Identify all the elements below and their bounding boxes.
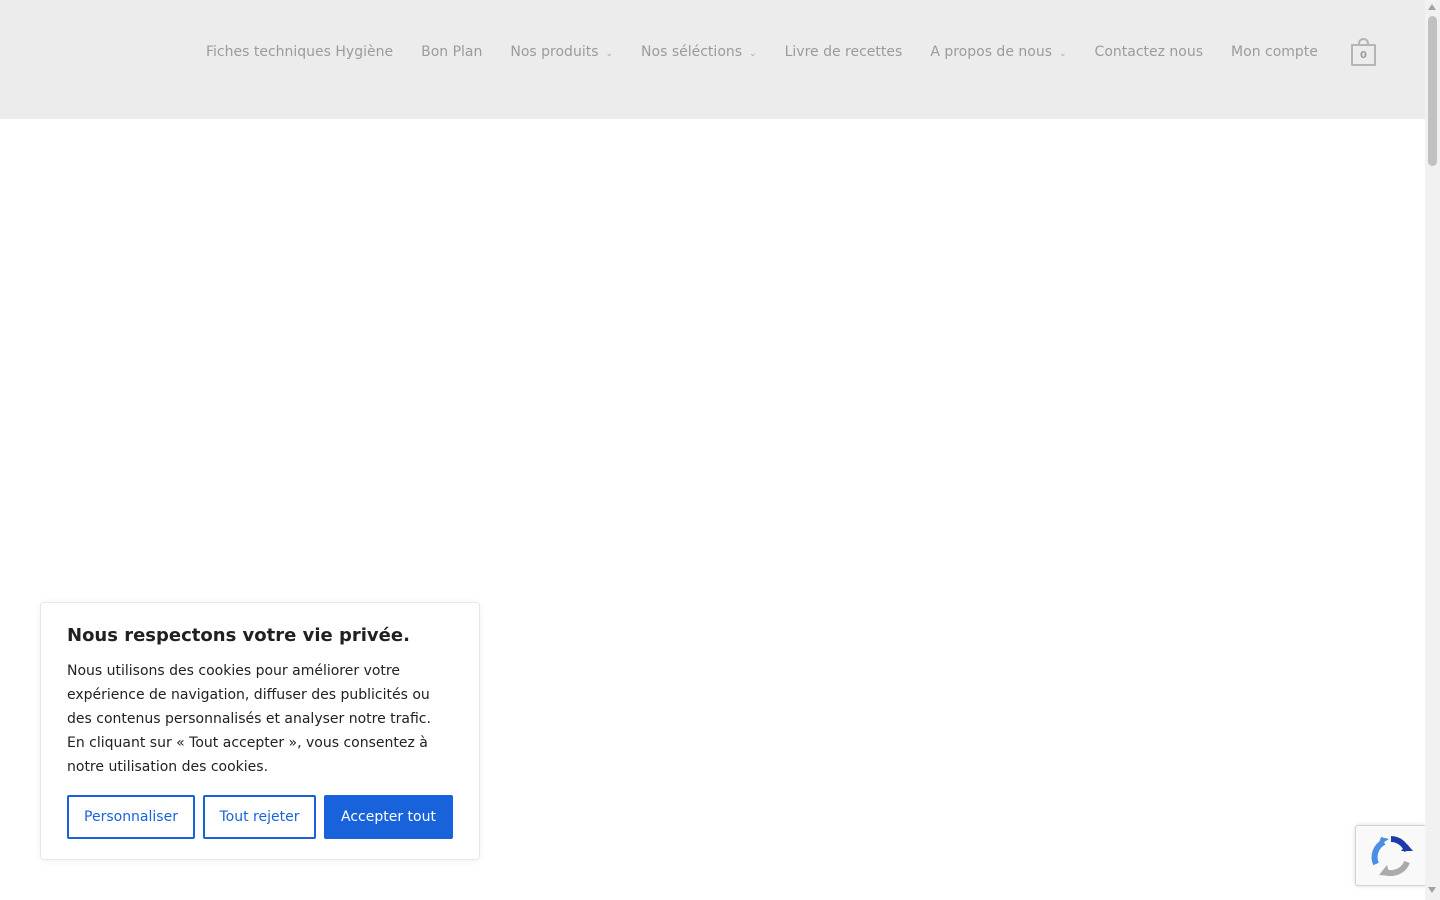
- nav-item-nos-selections[interactable]: Nos séléctions ⌄: [627, 44, 771, 60]
- chevron-down-icon: ⌄: [749, 49, 757, 59]
- nav-item-label: Nos produits: [510, 44, 599, 60]
- accept-all-cookies-button[interactable]: Accepter tout: [324, 795, 453, 839]
- customize-cookies-button[interactable]: Personnaliser: [67, 795, 195, 839]
- cookie-banner-title: Nous respectons votre vie privée.: [67, 625, 410, 646]
- cookie-consent-banner: Nous respectons votre vie privée. Nous u…: [40, 602, 480, 860]
- page-scrollbar[interactable]: [1425, 0, 1440, 900]
- nav-item-label: A propos de nous: [930, 44, 1052, 60]
- recaptcha-icon: [1371, 836, 1413, 876]
- nav-item-label: Bon Plan: [421, 44, 483, 60]
- cart-count: 0: [1351, 44, 1376, 66]
- nav-item-nos-produits[interactable]: Nos produits ⌄: [496, 44, 627, 60]
- main-nav: Fiches techniques Hygiène Bon Plan Nos p…: [192, 36, 1332, 68]
- reject-all-cookies-button[interactable]: Tout rejeter: [203, 795, 316, 839]
- chevron-down-icon: ⌄: [605, 49, 614, 59]
- page: Fiches techniques Hygiène Bon Plan Nos p…: [0, 0, 1425, 900]
- nav-item-label: Nos séléctions: [641, 44, 743, 60]
- nav-item-label: Fiches techniques Hygiène: [206, 44, 394, 60]
- nav-item-mon-compte[interactable]: Mon compte: [1217, 44, 1332, 60]
- chevron-down-icon: ⌄: [1059, 49, 1067, 59]
- site-header: Fiches techniques Hygiène Bon Plan Nos p…: [0, 0, 1425, 119]
- recaptcha-badge[interactable]: [1355, 825, 1425, 886]
- nav-item-livre-de-recettes[interactable]: Livre de recettes: [771, 44, 917, 60]
- scroll-up-arrow-icon[interactable]: [1428, 4, 1436, 10]
- nav-item-label: Livre de recettes: [784, 44, 903, 60]
- cart-button[interactable]: 0: [1351, 38, 1376, 66]
- nav-item-a-propos[interactable]: A propos de nous ⌄: [916, 44, 1080, 60]
- scroll-down-arrow-icon[interactable]: [1428, 887, 1436, 893]
- cookie-banner-actions: Personnaliser Tout rejeter Accepter tout: [67, 795, 453, 839]
- nav-item-bon-plan[interactable]: Bon Plan: [407, 44, 496, 60]
- nav-item-label: Mon compte: [1231, 44, 1318, 60]
- nav-item-fiches-techniques[interactable]: Fiches techniques Hygiène: [192, 44, 407, 60]
- cookie-banner-text: Nous utilisons des cookies pour améliore…: [67, 663, 431, 775]
- scrollbar-thumb[interactable]: [1428, 16, 1437, 166]
- nav-item-label: Contactez nous: [1094, 44, 1204, 60]
- nav-item-contactez-nous[interactable]: Contactez nous: [1081, 44, 1218, 60]
